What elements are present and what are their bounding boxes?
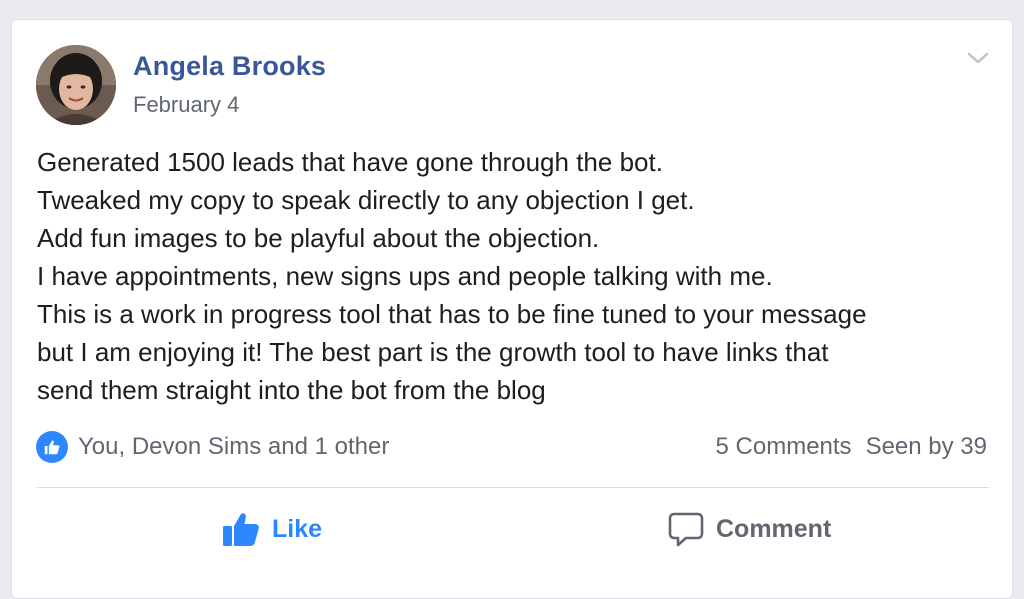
author-avatar[interactable] [36, 45, 116, 125]
comment-label: Comment [716, 514, 832, 543]
reactions-text: You, Devon Sims and 1 other [78, 433, 390, 460]
divider [37, 487, 989, 488]
post-line: send them straight into the bot from the… [37, 375, 546, 405]
post-stats: 5 Comments Seen by 39 [716, 430, 987, 464]
post-line: Add fun images to be playful about the o… [37, 223, 600, 253]
post-date-link[interactable]: February 4 [133, 92, 239, 118]
like-label: Like [272, 514, 323, 543]
comment-button[interactable]: Comment [668, 509, 831, 549]
like-button[interactable]: Like [222, 509, 322, 549]
seen-by-count: Seen by 39 [865, 433, 987, 460]
comments-count-link[interactable]: 5 Comments [716, 433, 852, 461]
chevron-down-icon[interactable] [965, 48, 991, 68]
avatar-image [36, 45, 116, 125]
author-name-link[interactable]: Angela Brooks [133, 51, 326, 82]
post-card: Angela Brooks February 4 Generated 1500 … [11, 19, 1013, 599]
post-line: I have appointments, new signs ups and p… [37, 261, 773, 291]
post-line: Tweaked my copy to speak directly to any… [37, 185, 695, 215]
comment-bubble-icon [668, 511, 704, 547]
post-line: Generated 1500 leads that have gone thro… [37, 147, 663, 177]
post-line: but I am enjoying it! The best part is t… [37, 337, 829, 367]
thumbs-up-icon [222, 511, 260, 547]
like-reaction-icon [36, 431, 68, 463]
post-body: Generated 1500 leads that have gone thro… [37, 143, 992, 409]
post-line: This is a work in progress tool that has… [37, 299, 867, 329]
reactions-summary[interactable]: You, Devon Sims and 1 other [36, 430, 389, 464]
